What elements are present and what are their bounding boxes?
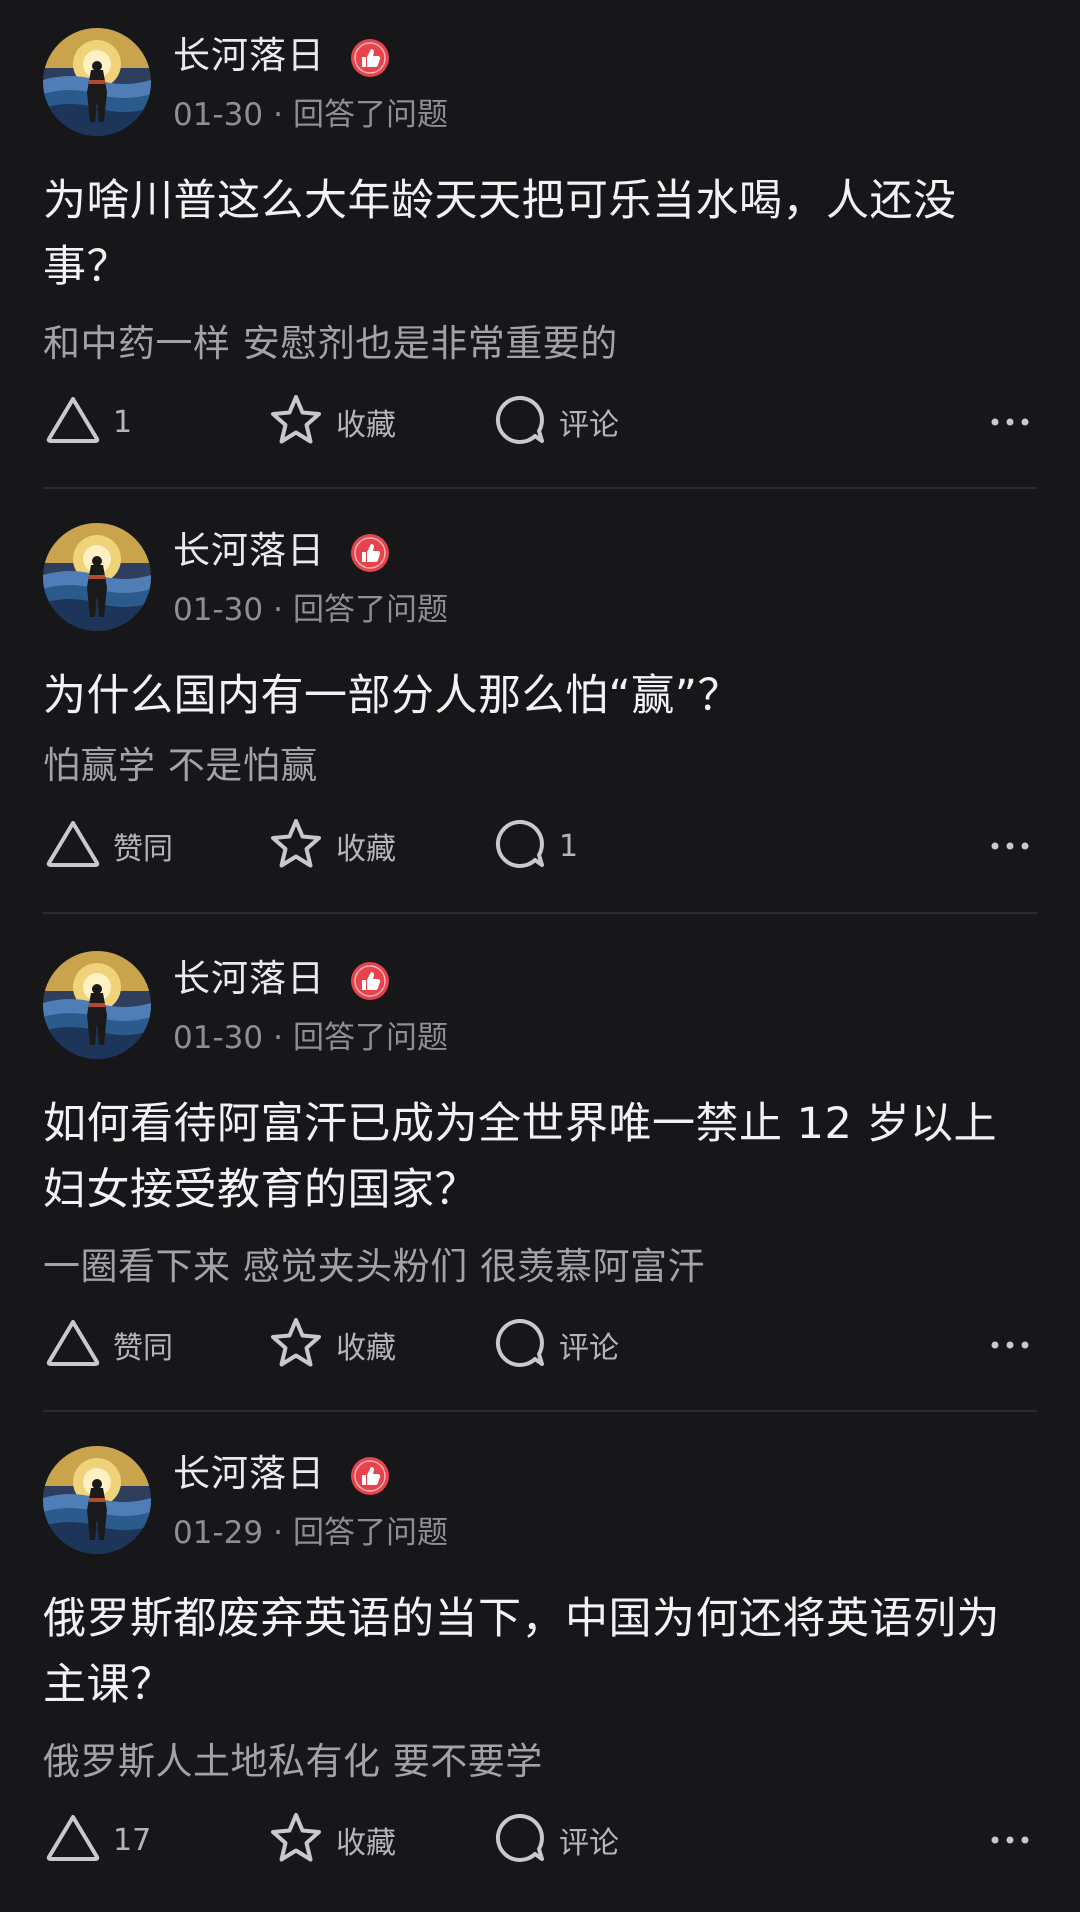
post-action-text: 回答了问题 [292, 592, 448, 628]
post-meta: 01-30 · 回答了问题 [173, 590, 448, 630]
triangle-up-icon [45, 1318, 101, 1372]
post-action-text: 回答了问题 [292, 97, 448, 133]
more-options-button[interactable] [990, 392, 1030, 452]
avatar[interactable] [43, 28, 151, 136]
comment-button[interactable]: 评论 [493, 392, 619, 452]
triangle-up-icon [45, 395, 101, 449]
meta-separator: · [273, 1515, 283, 1551]
triangle-up-icon [45, 1813, 101, 1867]
more-horizontal-icon [990, 1336, 1030, 1355]
author-name[interactable]: 长河落日 [173, 1450, 325, 1498]
upvote-button[interactable]: 17 [45, 1810, 151, 1870]
avatar[interactable] [43, 951, 151, 1059]
favorite-label: 收藏 [336, 1331, 396, 1366]
feed-item[interactable]: 长河落日 01-29 · 回答了问题 俄罗斯都废弃英语的当下，中国为何还将英语列为主… [0, 1418, 1080, 1912]
comment-button[interactable]: 评论 [493, 1810, 619, 1870]
thumbs-up-badge-icon [350, 961, 390, 1001]
answer-excerpt[interactable]: 怕赢学 不是怕赢 [43, 742, 318, 790]
upvote-button[interactable]: 赞同 [45, 1315, 173, 1375]
comment-label: 评论 [559, 1331, 619, 1366]
author-name[interactable]: 长河落日 [173, 32, 325, 80]
more-options-button[interactable] [990, 1315, 1030, 1375]
triangle-up-icon [45, 819, 101, 873]
question-title[interactable]: 为什么国内有一部分人那么怕“赢”？ [43, 663, 1033, 729]
upvote-label: 赞同 [113, 1331, 173, 1366]
feed-item[interactable]: 长河落日 01-30 · 回答了问题 为什么国内有一部分人那么怕“赢”？ 怕赢学 不… [0, 495, 1080, 989]
post-meta: 01-30 · 回答了问题 [173, 1018, 448, 1058]
question-title[interactable]: 如何看待阿富汗已成为全世界唯一禁止 12 岁以上妇女接受教育的国家？ [43, 1091, 1033, 1223]
speech-bubble-icon [493, 393, 547, 451]
star-icon [268, 393, 324, 451]
answer-excerpt[interactable]: 一圈看下来 感觉夹头粉们 很羡慕阿富汗 [43, 1243, 705, 1291]
star-icon [268, 817, 324, 875]
more-options-button[interactable] [990, 816, 1030, 876]
avatar[interactable] [43, 523, 151, 631]
more-horizontal-icon [990, 837, 1030, 856]
more-options-button[interactable] [990, 1810, 1030, 1870]
thumbs-up-badge-icon [350, 533, 390, 573]
favorite-label: 收藏 [336, 408, 396, 443]
meta-separator: · [273, 1020, 283, 1056]
favorite-button[interactable]: 收藏 [268, 1810, 396, 1870]
speech-bubble-icon [493, 1316, 547, 1374]
comment-label: 评论 [559, 408, 619, 443]
favorite-button[interactable]: 收藏 [268, 1315, 396, 1375]
more-horizontal-icon [990, 1831, 1030, 1850]
post-meta: 01-29 · 回答了问题 [173, 1513, 448, 1553]
divider [43, 487, 1037, 489]
comment-label: 评论 [559, 1826, 619, 1861]
question-title[interactable]: 俄罗斯都废弃英语的当下，中国为何还将英语列为主课？ [43, 1586, 1033, 1718]
upvote-label: 赞同 [113, 832, 173, 867]
favorite-button[interactable]: 收藏 [268, 392, 396, 452]
speech-bubble-icon [493, 817, 547, 875]
feed-item[interactable]: 长河落日 01-30 · 回答了问题 为啥川普这么大年龄天天把可乐当水喝，人还没事？… [0, 0, 1080, 494]
action-bar: 赞同 收藏 评论 [0, 1315, 1080, 1375]
favorite-label: 收藏 [336, 1826, 396, 1861]
post-date: 01-30 [173, 97, 264, 133]
upvote-button[interactable]: 1 [45, 392, 132, 452]
author-name[interactable]: 长河落日 [173, 527, 325, 575]
meta-separator: · [273, 592, 283, 628]
answer-excerpt[interactable]: 俄罗斯人土地私有化 要不要学 [43, 1738, 543, 1786]
post-meta: 01-30 · 回答了问题 [173, 95, 448, 135]
thumbs-up-badge-icon [350, 1456, 390, 1496]
action-bar: 赞同 收藏 1 [0, 816, 1080, 876]
answer-excerpt[interactable]: 和中药一样 安慰剂也是非常重要的 [43, 320, 618, 368]
upvote-label: 17 [113, 1822, 152, 1858]
comment-label: 1 [559, 828, 579, 864]
divider [43, 912, 1037, 914]
post-date: 01-30 [173, 1020, 264, 1056]
post-date: 01-29 [173, 1515, 264, 1551]
divider [43, 1410, 1037, 1412]
thumbs-up-badge-icon [350, 38, 390, 78]
action-bar: 17 收藏 评论 [0, 1810, 1080, 1870]
upvote-button[interactable]: 赞同 [45, 816, 173, 876]
post-date: 01-30 [173, 592, 264, 628]
author-name[interactable]: 长河落日 [173, 955, 325, 1003]
comment-button[interactable]: 评论 [493, 1315, 619, 1375]
comment-button[interactable]: 1 [493, 816, 578, 876]
avatar[interactable] [43, 1446, 151, 1554]
meta-separator: · [273, 97, 283, 133]
post-action-text: 回答了问题 [292, 1020, 448, 1056]
action-bar: 1 收藏 评论 [0, 392, 1080, 452]
answer-feed: 长河落日 01-30 · 回答了问题 为啥川普这么大年龄天天把可乐当水喝，人还没事？… [0, 0, 1080, 1887]
favorite-button[interactable]: 收藏 [268, 816, 396, 876]
speech-bubble-icon [493, 1811, 547, 1869]
question-title[interactable]: 为啥川普这么大年龄天天把可乐当水喝，人还没事？ [43, 168, 1033, 300]
star-icon [268, 1811, 324, 1869]
upvote-label: 1 [113, 404, 133, 440]
star-icon [268, 1316, 324, 1374]
feed-item[interactable]: 长河落日 01-30 · 回答了问题 如何看待阿富汗已成为全世界唯一禁止 12 岁以… [0, 923, 1080, 1417]
post-action-text: 回答了问题 [292, 1515, 448, 1551]
more-horizontal-icon [990, 413, 1030, 432]
favorite-label: 收藏 [336, 832, 396, 867]
